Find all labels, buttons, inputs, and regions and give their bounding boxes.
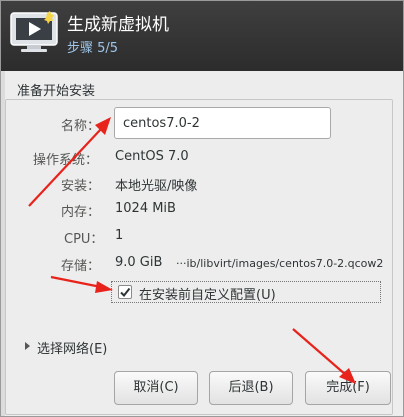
expander-arrow-icon xyxy=(25,342,30,350)
cpu-label: CPU： xyxy=(64,232,104,247)
step-indicator: 步骤 5/5 xyxy=(67,41,119,56)
network-expander-label: 选择网络(E) xyxy=(37,342,108,357)
install-label: 安装： xyxy=(61,179,101,194)
os-label: 操作系统： xyxy=(33,153,99,168)
install-value: 本地光驱/映像 xyxy=(115,179,198,194)
back-button[interactable]: 后退(B) xyxy=(209,371,293,405)
memory-value: 1024 MiB xyxy=(115,201,176,216)
vm-name-input[interactable] xyxy=(114,107,331,139)
finish-button[interactable]: 完成(F) xyxy=(305,371,391,405)
cancel-button[interactable]: 取消(C) xyxy=(114,371,198,405)
virtual-machine-icon xyxy=(10,11,58,52)
customize-before-install-option[interactable]: 在安装前自定义配置(U) xyxy=(111,281,381,303)
storage-label: 存储： xyxy=(61,259,101,274)
storage-size: 9.0 GiB xyxy=(115,255,163,270)
name-label: 名称： xyxy=(61,119,101,134)
dialog-header: 生成新虚拟机 步骤 5/5 xyxy=(1,1,403,71)
customize-checkbox[interactable] xyxy=(118,285,132,299)
cpu-value: 1 xyxy=(115,228,124,243)
dialog-title: 生成新虚拟机 xyxy=(67,15,169,35)
os-value: CentOS 7.0 xyxy=(115,149,189,164)
memory-label: 内存： xyxy=(61,205,101,220)
section-heading: 准备开始安装 xyxy=(17,84,96,99)
storage-path: ···ib/libvirt/images/centos7.0-2.qcow2 xyxy=(176,257,384,270)
customize-label: 在安装前自定义配置(U) xyxy=(139,288,276,303)
new-vm-dialog: 生成新虚拟机 步骤 5/5 准备开始安装 名称： 操作系统： CentOS 7.… xyxy=(0,0,404,417)
checkmark-icon xyxy=(120,287,131,298)
